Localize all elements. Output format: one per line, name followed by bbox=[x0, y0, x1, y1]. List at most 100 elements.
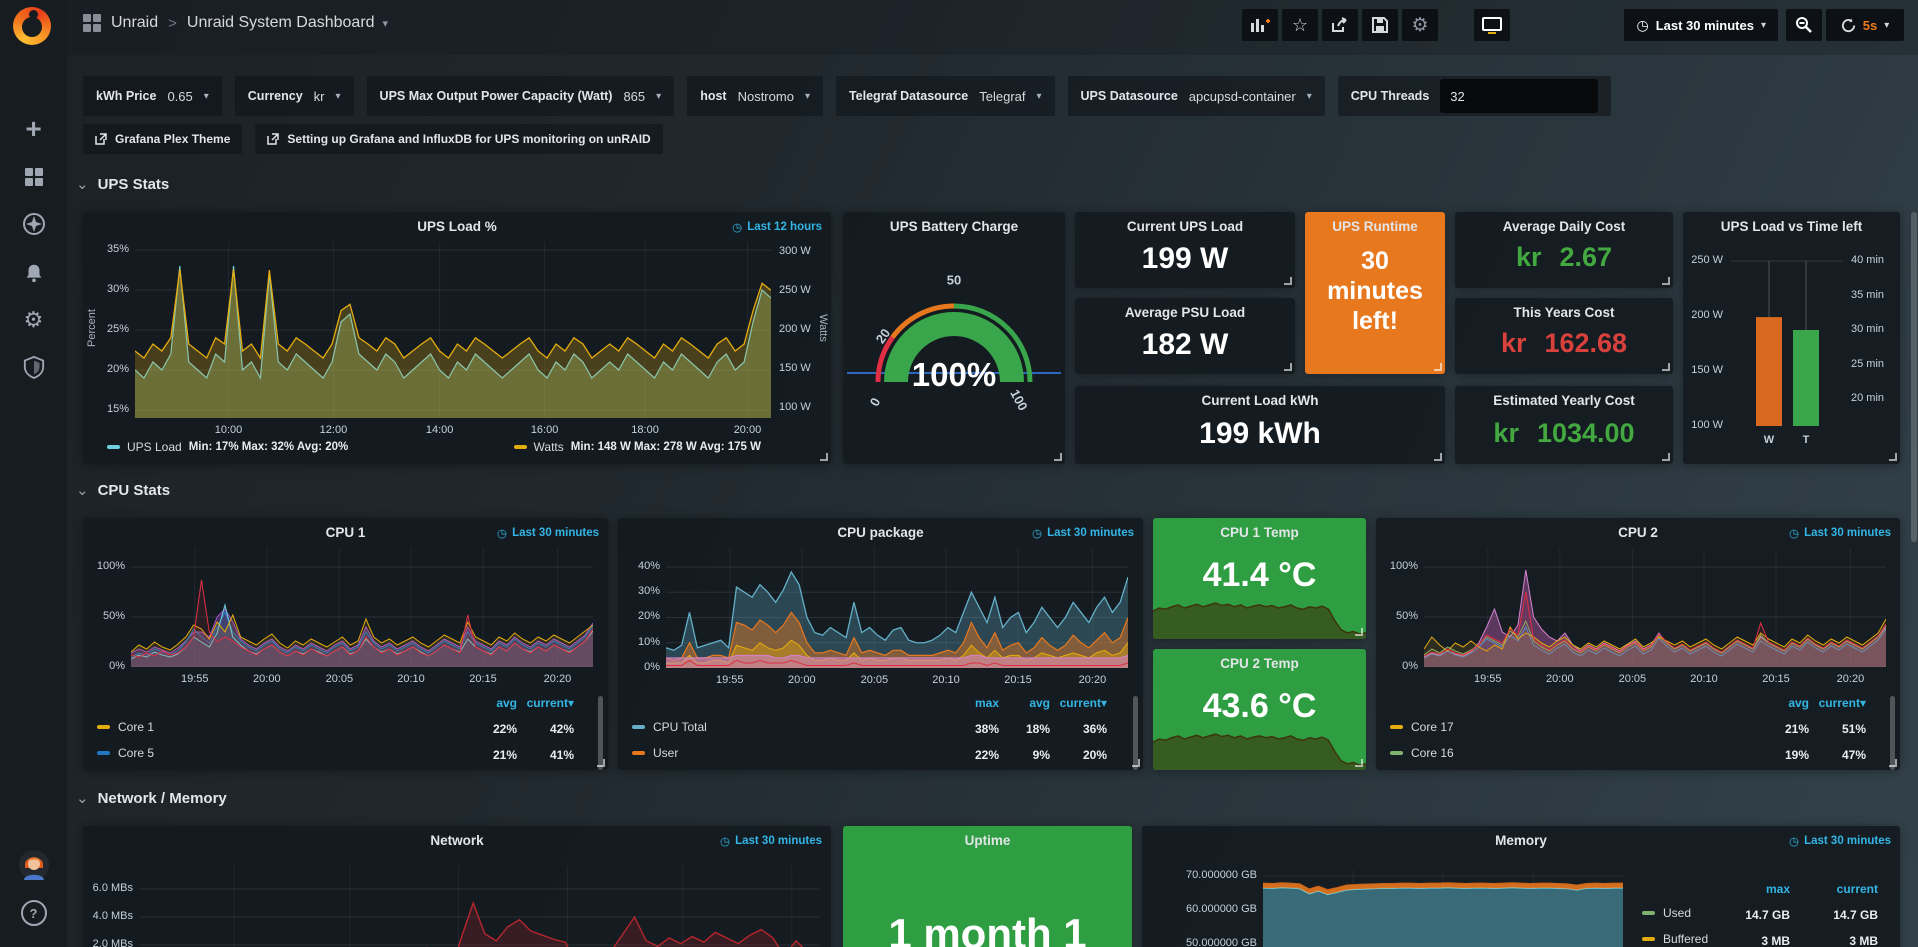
panel-title[interactable]: Average PSU Load bbox=[1075, 305, 1295, 320]
caret-down-icon[interactable]: ▾ bbox=[204, 91, 209, 102]
caret-down-icon[interactable]: ▾ bbox=[656, 91, 661, 102]
cpu-threads-input[interactable] bbox=[1440, 79, 1598, 113]
legend-column-header[interactable]: current bbox=[1837, 882, 1878, 896]
legend-scrollbar[interactable] bbox=[598, 696, 603, 770]
page-title[interactable]: Unraid System Dashboard bbox=[187, 14, 375, 32]
settings-button[interactable]: ⚙ bbox=[1402, 9, 1438, 41]
title-caret-icon[interactable]: ▾ bbox=[383, 17, 389, 30]
zoom-out-button[interactable] bbox=[1786, 9, 1822, 41]
caret-down-icon[interactable]: ▾ bbox=[1307, 91, 1312, 102]
grafana-logo-icon[interactable] bbox=[13, 7, 55, 49]
alerting-icon[interactable] bbox=[0, 253, 67, 293]
panel-time-range[interactable]: ◷Last 30 minutes bbox=[720, 834, 822, 848]
refresh-button[interactable]: 5s ▾ bbox=[1826, 9, 1904, 41]
variable-value[interactable]: 865 bbox=[623, 89, 645, 104]
cpu1-chart[interactable]: 100%50%0%19:5520:0020:0520:1020:1520:20a… bbox=[83, 518, 608, 770]
server-admin-icon[interactable] bbox=[0, 347, 67, 387]
section-title: Network / Memory bbox=[98, 790, 227, 807]
legend-column-header[interactable]: avg bbox=[1029, 696, 1050, 710]
panel-title[interactable]: CPU 2 Temp bbox=[1153, 656, 1366, 671]
legend-column-header[interactable]: avg bbox=[1788, 696, 1809, 710]
link-grafana-plex-theme[interactable]: Grafana Plex Theme bbox=[83, 124, 242, 154]
caret-down-icon[interactable]: ▾ bbox=[805, 91, 810, 102]
legend-item[interactable]: UPS LoadMin: 17% Max: 32% Avg: 20% bbox=[107, 440, 348, 454]
variable-value[interactable]: Telegraf bbox=[979, 89, 1025, 104]
panel-time-range[interactable]: ◷Last 30 minutes bbox=[1789, 526, 1891, 540]
legend-column-header[interactable]: current▾ bbox=[527, 696, 574, 710]
legend-label[interactable]: User bbox=[653, 746, 678, 760]
legend-label: Watts bbox=[534, 440, 564, 454]
section-network-memory[interactable]: ⌄ Network / Memory bbox=[76, 790, 227, 807]
dashboards-icon[interactable] bbox=[0, 157, 67, 197]
legend-row[interactable]: Core 122%42% bbox=[97, 718, 594, 744]
breadcrumb-app[interactable]: Unraid bbox=[111, 14, 158, 32]
legend-scrollbar[interactable] bbox=[1133, 696, 1138, 770]
create-icon[interactable]: + bbox=[0, 109, 67, 149]
legend-column-header[interactable]: avg bbox=[496, 696, 517, 710]
panel-title[interactable]: UPS Runtime bbox=[1305, 219, 1445, 234]
legend-label[interactable]: Buffered bbox=[1663, 932, 1708, 946]
user-avatar[interactable] bbox=[0, 845, 67, 885]
panel-title[interactable]: Network bbox=[83, 833, 831, 848]
panel-title[interactable]: Memory bbox=[1142, 833, 1900, 848]
panel-title[interactable]: Current Load kWh bbox=[1075, 393, 1445, 408]
caret-down-icon[interactable]: ▾ bbox=[1036, 91, 1041, 102]
legend-row[interactable]: Core 1619%47% bbox=[1390, 744, 1886, 770]
panel-time-range[interactable]: ◷Last 30 minutes bbox=[1032, 526, 1134, 540]
page-scrollbar[interactable] bbox=[1911, 212, 1917, 542]
legend-label[interactable]: Used bbox=[1663, 906, 1691, 920]
legend-label[interactable]: Core 16 bbox=[1411, 746, 1454, 760]
legend-row[interactable]: Used14.7 GB14.7 GB bbox=[1642, 904, 1886, 930]
legend-scrollbar[interactable] bbox=[1890, 696, 1895, 770]
panel-title[interactable]: UPS Load vs Time left bbox=[1683, 219, 1900, 234]
axis-tick: 20% bbox=[622, 610, 660, 622]
caret-down-icon[interactable]: ▾ bbox=[336, 91, 341, 102]
explore-icon[interactable] bbox=[0, 204, 67, 244]
legend-column-header[interactable]: current▾ bbox=[1060, 696, 1107, 710]
legend-row[interactable]: Core 1721%51% bbox=[1390, 718, 1886, 744]
cpu-package-chart[interactable]: 40%30%20%10%0%19:5520:0020:0520:1020:152… bbox=[618, 518, 1143, 770]
add-panel-button[interactable] bbox=[1242, 9, 1278, 41]
panel-title[interactable]: This Years Cost bbox=[1455, 305, 1673, 320]
legend-label[interactable]: CPU Total bbox=[653, 720, 707, 734]
panel-time-range[interactable]: ◷Last 30 minutes bbox=[1789, 834, 1891, 848]
legend-row[interactable]: User22%9%20% bbox=[632, 744, 1129, 770]
section-ups-stats[interactable]: ⌄ UPS Stats bbox=[76, 176, 169, 193]
star-button[interactable]: ☆ bbox=[1282, 9, 1318, 41]
panel-time-range[interactable]: ◷Last 12 hours bbox=[732, 220, 822, 234]
legend: UPS LoadMin: 17% Max: 32% Avg: 20% WattsM… bbox=[107, 440, 761, 454]
panel-title[interactable]: Average Daily Cost bbox=[1455, 219, 1673, 234]
panel-title[interactable]: Current UPS Load bbox=[1075, 219, 1295, 234]
configuration-icon[interactable]: ⚙ bbox=[0, 300, 67, 340]
section-cpu-stats[interactable]: ⌄ CPU Stats bbox=[76, 482, 170, 499]
variable-value[interactable]: apcupsd-container bbox=[1189, 89, 1296, 104]
link-setup-guide[interactable]: Setting up Grafana and InfluxDB for UPS … bbox=[255, 124, 662, 154]
legend-column-header[interactable]: current▾ bbox=[1819, 696, 1866, 710]
help-icon[interactable]: ? bbox=[0, 893, 67, 933]
legend-row[interactable]: Core 521%41% bbox=[97, 744, 594, 770]
legend-label[interactable]: Core 17 bbox=[1411, 720, 1454, 734]
panel-title[interactable]: Estimated Yearly Cost bbox=[1455, 393, 1673, 408]
save-button[interactable] bbox=[1362, 9, 1398, 41]
dashboard-grid-icon[interactable] bbox=[83, 14, 101, 32]
time-range-picker[interactable]: ◷ Last 30 minutes ▾ bbox=[1624, 9, 1778, 41]
legend-column-header[interactable]: max bbox=[975, 696, 999, 710]
variable-value[interactable]: 0.65 bbox=[167, 89, 192, 104]
panel-title[interactable]: CPU 1 Temp bbox=[1153, 525, 1366, 540]
cpu2-chart[interactable]: 100%50%0%19:5520:0020:0520:1020:1520:20a… bbox=[1376, 518, 1900, 770]
ups-load-chart[interactable]: 35%30%25%20%15%10:0012:0014:0016:0018:00… bbox=[83, 212, 831, 464]
panel-title[interactable]: Uptime bbox=[843, 833, 1132, 848]
panel-time-range[interactable]: ◷Last 30 minutes bbox=[497, 526, 599, 540]
legend-label[interactable]: Core 5 bbox=[118, 746, 154, 760]
legend-column-header[interactable]: max bbox=[1766, 882, 1790, 896]
share-button[interactable] bbox=[1322, 9, 1358, 41]
variable-value[interactable]: Nostromo bbox=[738, 89, 794, 104]
legend-row[interactable]: CPU Total38%18%36% bbox=[632, 718, 1129, 744]
panel-title[interactable]: UPS Load % bbox=[83, 219, 831, 234]
variable-value[interactable]: kr bbox=[314, 89, 325, 104]
cycle-view-button[interactable] bbox=[1474, 9, 1510, 41]
legend-row[interactable]: Buffered3 MB3 MB bbox=[1642, 930, 1886, 947]
panel-title[interactable]: UPS Battery Charge bbox=[843, 219, 1065, 234]
legend-item[interactable]: WattsMin: 148 W Max: 278 W Avg: 175 W bbox=[514, 440, 761, 454]
legend-label[interactable]: Core 1 bbox=[118, 720, 154, 734]
